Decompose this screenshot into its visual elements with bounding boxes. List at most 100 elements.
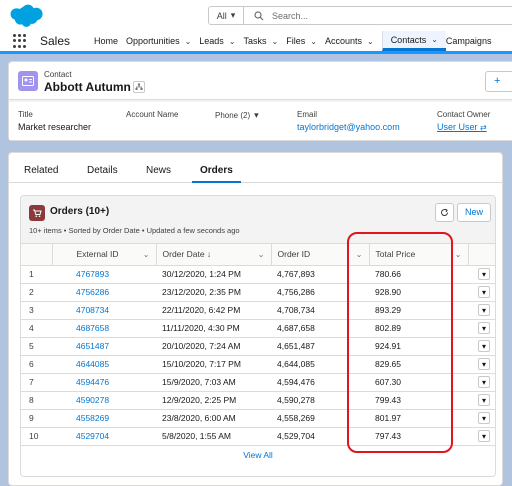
chevron-down-icon[interactable]: ⌄ [431,35,438,44]
order-date-cell: 12/9/2020, 2:25 PM [156,391,271,410]
row-number: 3 [21,301,52,320]
hierarchy-icon[interactable] [133,81,145,93]
row-number: 2 [21,283,52,302]
email-link[interactable]: taylorbridget@yahoo.com [297,122,400,132]
nav-item-accounts[interactable]: Accounts ⌄ [325,31,382,51]
row-action-menu-button[interactable]: ▾ [478,358,490,370]
nav-item-contacts[interactable]: Contacts ⌄ [381,31,446,51]
row-actions-cell: ▾ [468,427,495,446]
orders-title[interactable]: Orders (10+) [50,206,109,217]
external-id-link[interactable]: 4708734 [52,301,156,320]
refresh-icon [441,208,449,216]
order-date-cell: 23/12/2020, 2:35 PM [156,283,271,302]
chevron-down-icon: ▾ [481,413,486,423]
chevron-down-icon[interactable]: ⌄ [367,37,374,46]
tab-related[interactable]: Related [24,165,58,183]
salesforce-logo[interactable] [8,3,44,28]
record-header: Contact Abbott Autumn + Title Market res… [8,61,512,141]
tab-orders[interactable]: Orders [192,165,241,183]
owner-link[interactable]: User User ⇄ [437,122,490,132]
column-header-order-date[interactable]: Order Date ↓ ⌄ [156,244,272,266]
app-name: Sales [40,34,71,48]
external-id-link[interactable]: 4767893 [52,265,156,284]
nav-item-leads[interactable]: Leads ⌄ [199,31,243,51]
external-id-link[interactable]: 4756286 [52,283,156,302]
field-label: Contact Owner [437,110,491,119]
row-action-menu-button[interactable]: ▾ [478,412,490,424]
row-action-menu-button[interactable]: ▾ [478,304,490,316]
nav-item-label: Campaigns [445,36,492,46]
row-actions-cell: ▾ [468,265,495,284]
field-title: Title Market researcher [18,110,91,132]
chevron-down-icon: ▾ [230,10,236,20]
nav-item-label: Home [94,36,119,46]
field-email: Email taylorbridget@yahoo.com [297,110,400,132]
chevron-down-icon[interactable]: ⌄ [310,37,317,46]
nav-item-label: Contacts [390,34,427,45]
order-date-cell: 30/12/2020, 1:24 PM [156,265,271,284]
new-button[interactable]: New [457,203,491,222]
row-number: 1 [21,265,52,284]
chevron-down-icon[interactable]: ⌄ [185,37,192,46]
order-date-cell: 15/9/2020, 7:03 AM [156,373,271,392]
row-action-menu-button[interactable]: ▾ [478,394,490,406]
external-id-link[interactable]: 4590278 [52,391,156,410]
chevron-down-icon[interactable]: ⌄ [455,250,462,259]
field-phone[interactable]: Phone (2) ▾ [215,110,259,121]
nav-item-files[interactable]: Files ⌄ [286,31,325,51]
external-id-link[interactable]: 4644085 [52,355,156,374]
nav-item-opportunities[interactable]: Opportunities ⌄ [126,31,199,51]
nav-items: Home Opportunities ⌄ Leads ⌄ Tasks ⌄ Files ⌄ Acco… [94,31,499,51]
external-id-link[interactable]: 4594476 [52,373,156,392]
external-id-link[interactable]: 4651487 [52,337,156,356]
row-number: 4 [21,319,52,338]
row-actions-cell: ▾ [468,337,495,356]
external-id-link[interactable]: 4558269 [52,409,156,428]
row-action-menu-button[interactable]: ▾ [478,322,490,334]
chevron-down-icon: ▾ [481,377,486,387]
owner-name: User User [437,122,478,132]
app-launcher-icon[interactable] [13,34,27,48]
row-action-menu-button[interactable]: ▾ [478,430,490,442]
field-value: Market researcher [18,122,92,132]
record-header-top: Contact Abbott Autumn + [9,62,512,100]
change-owner-icon[interactable]: ⇄ [480,123,487,132]
column-label: External ID [76,249,119,260]
order-date-cell: 20/10/2020, 7:24 AM [156,337,271,356]
nav-item-tasks[interactable]: Tasks ⌄ [244,31,287,51]
chevron-down-icon: ▾ [481,287,486,297]
column-label: Order ID [277,249,311,260]
object-label: Contact [44,70,72,79]
search-scope-select[interactable]: All ▾ [208,6,244,25]
nav-item-label: Accounts [324,36,362,46]
field-contact-owner: Contact Owner User User ⇄ [437,110,490,132]
row-action-menu-button[interactable]: ▾ [478,340,490,352]
order-date-cell: 5/8/2020, 1:55 AM [156,427,271,446]
row-number: 10 [21,427,52,446]
row-actions-cell: ▾ [468,409,495,428]
nav-item-label: Tasks [243,36,267,46]
follow-button[interactable]: + [485,71,512,92]
refresh-button[interactable] [435,203,454,222]
chevron-down-icon[interactable]: ⌄ [272,37,279,46]
external-id-link[interactable]: 4687658 [52,319,156,338]
nav-item-campaigns[interactable]: Campaigns [446,31,500,51]
row-number: 5 [21,337,52,356]
tab-details[interactable]: Details [87,165,118,183]
chevron-down-icon[interactable]: ⌄ [258,250,265,259]
chevron-down-icon[interactable]: ⌄ [229,37,236,46]
tab-news[interactable]: News [146,165,171,183]
search-icon [254,10,264,20]
nav-item-label: Opportunities [126,36,180,46]
search-input[interactable] [272,10,472,21]
highlights-panel: Title Market researcher Account Name Pho… [9,102,512,140]
row-action-menu-button[interactable]: ▾ [478,286,490,298]
column-label: Order Date ↓ [162,249,212,260]
column-header-external-id[interactable]: External ID ⌄ [52,244,157,266]
nav-item-home[interactable]: Home [94,31,126,51]
external-id-link[interactable]: 4529704 [52,427,156,446]
row-action-menu-button[interactable]: ▾ [478,268,490,280]
global-search [244,6,512,25]
chevron-down-icon[interactable]: ⌄ [143,250,150,259]
row-action-menu-button[interactable]: ▾ [478,376,490,388]
